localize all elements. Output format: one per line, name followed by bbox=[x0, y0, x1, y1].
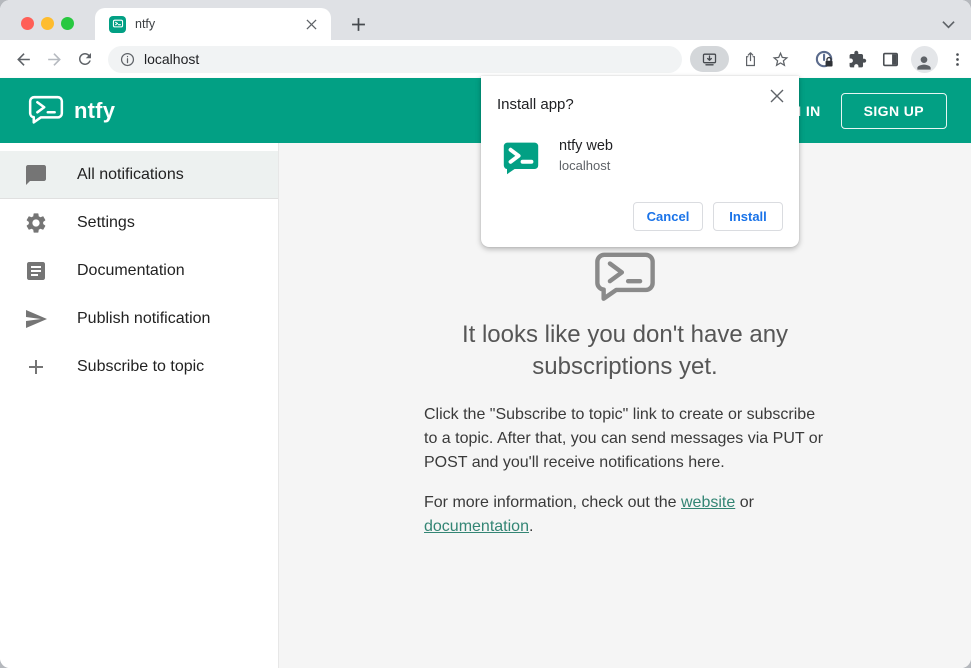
back-icon[interactable] bbox=[10, 46, 36, 72]
forward-icon[interactable] bbox=[41, 46, 67, 72]
sign-up-button[interactable]: SIGN UP bbox=[840, 92, 947, 129]
side-panel-icon[interactable] bbox=[878, 46, 904, 72]
extensions-area bbox=[812, 45, 971, 73]
sidebar-item-settings[interactable]: Settings bbox=[0, 199, 278, 247]
window-close-button[interactable] bbox=[21, 17, 34, 30]
sidebar-item-label: All notifications bbox=[77, 165, 184, 183]
profile-avatar-icon[interactable] bbox=[910, 45, 938, 73]
install-app-button[interactable] bbox=[689, 46, 730, 72]
tab-close-icon[interactable] bbox=[303, 16, 319, 32]
tab-strip: ntfy bbox=[0, 0, 971, 40]
brand-name: ntfy bbox=[74, 97, 116, 123]
tab-title: ntfy bbox=[135, 17, 156, 31]
dialog-app-row: ntfy web localhost bbox=[497, 137, 783, 177]
dialog-app-origin: localhost bbox=[559, 158, 611, 173]
install-app-dialog: Install app? ntfy web localhost Cancel I… bbox=[481, 76, 799, 247]
empty-state: It looks like you don't have any subscri… bbox=[410, 251, 840, 539]
ntfy-logo-icon bbox=[28, 95, 64, 126]
sidebar-item-label: Publish notification bbox=[77, 310, 211, 327]
empty-state-more-info: For more information, check out the webs… bbox=[424, 494, 754, 535]
empty-state-heading: It looks like you don't have any subscri… bbox=[461, 321, 789, 380]
browser-toolbar: localhost bbox=[0, 40, 971, 78]
share-icon[interactable] bbox=[736, 46, 764, 72]
browser-window: ntfy localhost ntfy IN SIGN UP All notif… bbox=[0, 0, 971, 668]
window-zoom-button[interactable] bbox=[61, 17, 74, 30]
install-button[interactable]: Install bbox=[713, 202, 783, 231]
sidebar-item-label: Settings bbox=[77, 214, 135, 231]
address-url: localhost bbox=[144, 51, 200, 67]
website-link[interactable]: website bbox=[681, 494, 735, 511]
ntfy-favicon bbox=[109, 15, 126, 33]
password-manager-extension-icon[interactable] bbox=[812, 46, 838, 72]
dialog-app-name: ntfy web bbox=[559, 138, 613, 154]
dialog-close-icon[interactable] bbox=[767, 86, 787, 106]
extensions-puzzle-icon[interactable] bbox=[845, 46, 871, 72]
send-icon bbox=[24, 307, 48, 331]
sidebar-item-documentation[interactable]: Documentation bbox=[0, 247, 278, 295]
window-minimize-button[interactable] bbox=[41, 17, 54, 30]
address-bar[interactable]: localhost bbox=[108, 45, 682, 73]
sidebar-item-publish-notification[interactable]: Publish notification bbox=[0, 295, 278, 343]
reload-icon[interactable] bbox=[72, 46, 98, 72]
sidebar-item-label: Subscribe to topic bbox=[77, 358, 205, 375]
dialog-actions: Cancel Install bbox=[633, 202, 783, 231]
article-icon bbox=[24, 259, 48, 283]
documentation-link[interactable]: documentation bbox=[424, 518, 529, 535]
tab-list-chevron-icon[interactable] bbox=[939, 16, 957, 32]
sidebar-item-subscribe-to-topic[interactable]: Subscribe to topic bbox=[0, 343, 278, 391]
dialog-title: Install app? bbox=[497, 96, 574, 113]
cancel-button[interactable]: Cancel bbox=[633, 202, 703, 231]
plus-icon bbox=[24, 355, 48, 379]
traffic-lights bbox=[21, 17, 74, 30]
menu-dots-icon[interactable] bbox=[945, 46, 971, 72]
ntfy-app-icon bbox=[501, 137, 541, 177]
browser-tab[interactable]: ntfy bbox=[95, 8, 331, 40]
sidebar-item-all-notifications[interactable]: All notifications bbox=[0, 151, 278, 199]
gear-icon bbox=[24, 211, 48, 235]
empty-state-paragraph: Click the "Subscribe to topic" link to c… bbox=[424, 406, 824, 471]
sidebar-item-label: Documentation bbox=[77, 262, 185, 279]
bookmark-star-icon[interactable] bbox=[766, 46, 794, 72]
sidebar: All notifications Settings Documentation… bbox=[0, 143, 279, 668]
ntfy-logo-large-icon bbox=[592, 251, 658, 305]
new-tab-button[interactable] bbox=[347, 13, 369, 35]
chat-bubble-icon bbox=[24, 163, 48, 187]
site-info-icon[interactable] bbox=[120, 52, 135, 67]
